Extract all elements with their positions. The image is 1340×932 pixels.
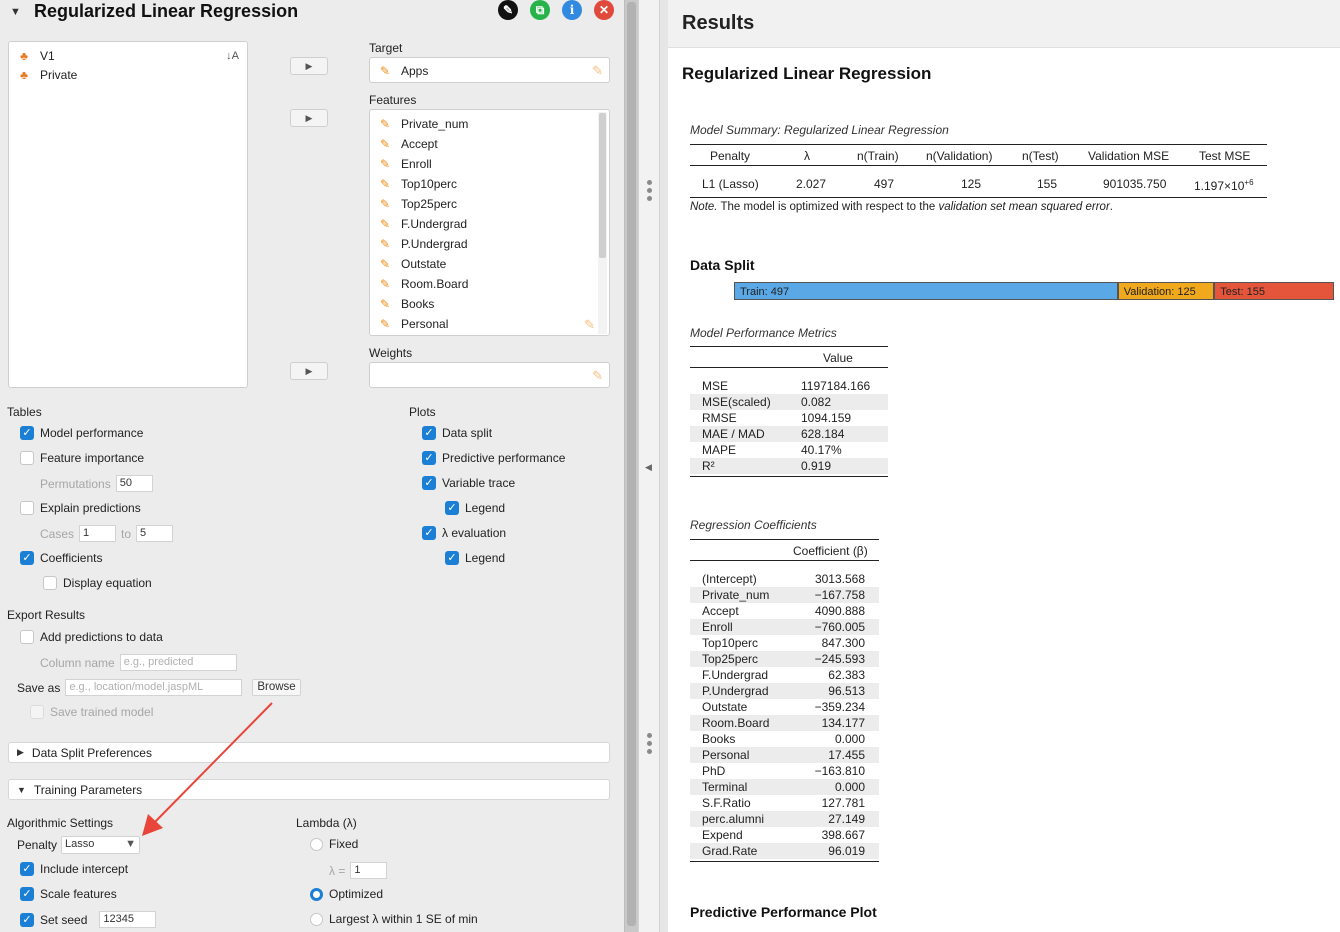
table-row: Grad.Rate 96.019 <box>690 843 879 859</box>
metrics-caption: Model Performance Metrics <box>690 326 837 340</box>
drag-handle-icon[interactable] <box>647 733 653 757</box>
table-row: MSE(scaled) 0.082 <box>690 394 888 410</box>
results-header: Results <box>668 0 1340 48</box>
model-summary-caption: Model Summary: Regularized Linear Regres… <box>690 123 949 137</box>
table-row: Personal 17.455 <box>690 747 879 763</box>
analysis-heading[interactable]: Regularized Linear Regression <box>682 64 931 84</box>
table-row: Room.Board 134.177 <box>690 715 879 731</box>
table-row: Private_num −167.758 <box>690 587 879 603</box>
results-title: Results <box>682 12 755 34</box>
metrics-table: Value MSE 1197184.166 MSE(scaled) 0.082 RMSE… <box>690 346 888 477</box>
table-row: (Intercept) 3013.568 <box>702 572 865 586</box>
table-row: Outstate −359.234 <box>702 700 865 714</box>
table-row: S.F.Ratio 127.781 <box>702 796 865 810</box>
table-row: Expend 398.667 <box>702 828 865 842</box>
table-row: R² 0.919 <box>690 458 888 474</box>
table-header-row: Coefficient (β) <box>690 539 879 561</box>
coefficients-table: Coefficient (β) (Intercept) 3013.568 Priva… <box>690 539 879 862</box>
train-segment: Train: 497 <box>734 282 1118 300</box>
coefficients-caption: Regression Coefficients <box>690 518 817 532</box>
table-row: Accept 4090.888 <box>702 604 865 618</box>
table-row: Top10perc 847.300 <box>702 636 865 650</box>
table-row: Books 0.000 <box>702 732 865 746</box>
data-split-title: Data Split <box>690 257 755 273</box>
options-scrollbar[interactable] <box>624 0 638 932</box>
panel-splitter[interactable]: ◀ <box>638 0 660 932</box>
validation-segment: Validation: 125 <box>1117 282 1215 300</box>
table-row: F.Undergrad 62.383 <box>702 668 865 682</box>
table-row: PhD −163.810 <box>702 764 865 778</box>
table-row: RMSE 1094.159 <box>702 411 852 425</box>
table-row: P.Undergrad 96.513 <box>690 683 879 699</box>
model-summary-note: Note. The model is optimized with respec… <box>690 201 1113 213</box>
table-header-row: Penalty λ n(Train) n(Validation) n(Test)… <box>690 144 1267 166</box>
table-row: MSE 1197184.166 <box>702 379 871 393</box>
predictive-performance-plot-title: Predictive Performance Plot <box>690 904 877 920</box>
model-summary-table: Penalty λ n(Train) n(Validation) n(Test)… <box>690 144 1267 198</box>
annotation-arrow <box>142 702 273 836</box>
drag-handle-icon[interactable] <box>647 180 653 204</box>
test-segment: Test: 155 <box>1214 282 1334 300</box>
table-row: Enroll −760.005 <box>690 619 879 635</box>
table-row: Top25perc −245.593 <box>690 651 879 667</box>
table-row: Terminal 0.000 <box>690 779 879 795</box>
table-row: MAE / MAD 628.184 <box>690 426 888 442</box>
results-panel: Results Regularized Linear Regression Mo… <box>668 0 1340 932</box>
table-header-row: Value <box>690 346 888 368</box>
options-panel: ▼ Regularized Linear Regression ✎ ⧉ i ✕ … <box>0 0 624 932</box>
table-row: L1 (Lasso) 2.027 497 125 155 901035.750 … <box>690 166 1267 198</box>
data-split-bar: Train: 497 Validation: 125 Test: 155 <box>734 282 1334 300</box>
table-row: MAPE 40.17% <box>702 443 842 457</box>
table-row: perc.alumni 27.149 <box>690 811 879 827</box>
collapse-left-icon[interactable]: ◀ <box>645 462 652 473</box>
